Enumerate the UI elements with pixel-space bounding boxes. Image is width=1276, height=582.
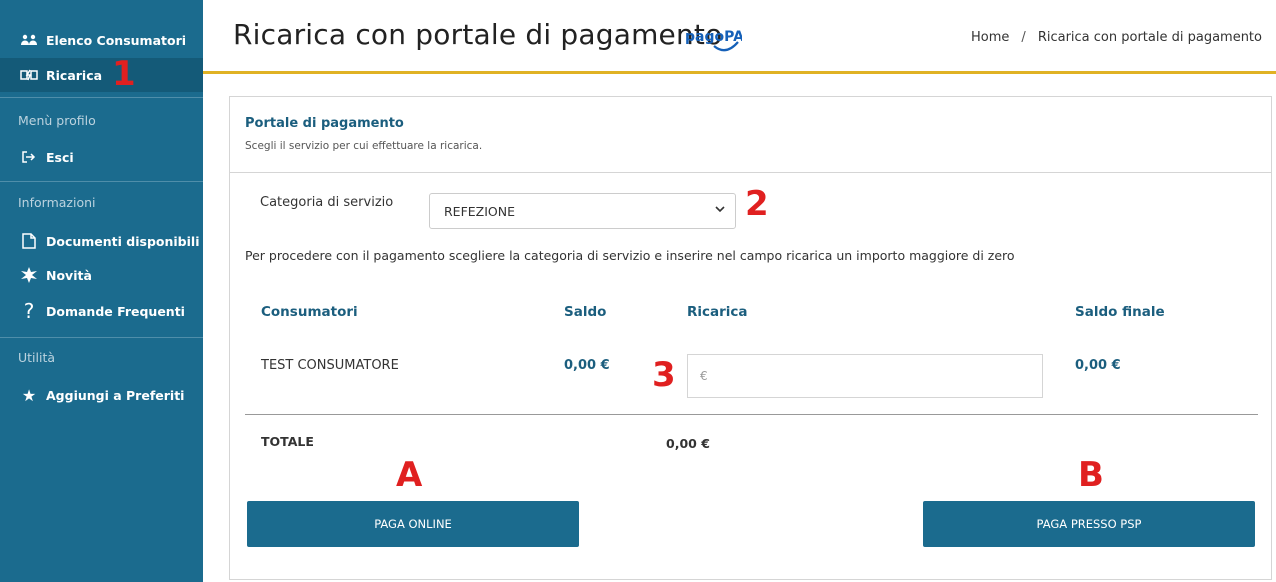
column-header-saldo-finale: Saldo finale xyxy=(1075,304,1165,320)
column-header-ricarica: Ricarica xyxy=(687,304,748,320)
sidebar-item-esci[interactable]: Esci xyxy=(0,145,203,169)
sidebar-item-label: Documenti disponibili xyxy=(46,233,200,249)
marker-a: A xyxy=(396,455,423,495)
sidebar-item-faq[interactable]: ? Domande Frequenti xyxy=(0,298,203,324)
page-title: Ricarica con portale di pagamento xyxy=(233,18,723,51)
marker-b: B xyxy=(1078,455,1104,495)
consumer-balance: 0,00 € xyxy=(564,358,610,373)
breadcrumb: Home / Ricarica con portale di pagamento xyxy=(971,30,1262,45)
panel-subtitle: Scegli il servizio per cui effettuare la… xyxy=(245,140,483,152)
sidebar-item-label: Novità xyxy=(46,267,92,283)
table-divider xyxy=(245,414,1258,415)
marker-2: 2 xyxy=(745,184,769,224)
payment-panel: Portale di pagamento Scegli il servizio … xyxy=(229,96,1272,580)
breadcrumb-separator: / xyxy=(1021,30,1026,45)
panel-header: Portale di pagamento Scegli il servizio … xyxy=(230,97,1271,173)
pagopa-logo: pagoPA xyxy=(684,22,744,58)
sidebar-section-profilo: Menù profilo xyxy=(18,113,96,128)
sidebar-item-label: Elenco Consumatori xyxy=(46,32,187,48)
column-header-consumatori: Consumatori xyxy=(261,304,358,320)
people-icon xyxy=(18,34,40,46)
pay-psp-button[interactable]: PAGA PRESSO PSP xyxy=(923,501,1255,547)
category-select-value: REFEZIONE xyxy=(444,203,516,219)
breadcrumb-home[interactable]: Home xyxy=(971,30,1009,45)
sidebar-item-label: Aggiungi a Preferiti xyxy=(46,387,185,403)
instructions-text: Per procedere con il pagamento scegliere… xyxy=(245,248,1015,263)
sidebar-item-label: Domande Frequenti xyxy=(46,303,185,319)
chevron-down-icon xyxy=(715,203,725,217)
sidebar-item-label: Ricarica xyxy=(46,67,103,83)
breadcrumb-current: Ricarica con portale di pagamento xyxy=(1037,30,1262,45)
logout-icon xyxy=(18,151,40,163)
recharge-amount-input[interactable]: € xyxy=(687,354,1043,398)
recharge-icon xyxy=(18,69,40,81)
header-accent-line xyxy=(203,71,1276,74)
sidebar-divider xyxy=(0,181,203,182)
category-select[interactable]: REFEZIONE xyxy=(429,193,736,229)
category-label: Categoria di servizio xyxy=(260,195,394,210)
sidebar-divider xyxy=(0,97,203,98)
sidebar-item-novita[interactable]: Novità xyxy=(0,263,203,287)
question-icon: ? xyxy=(23,299,35,323)
sidebar-divider xyxy=(0,337,203,338)
sidebar-section-utilita: Utilità xyxy=(18,350,56,365)
pagopa-logo-text: pagoPA xyxy=(685,29,742,45)
star-icon: ★ xyxy=(21,385,37,405)
panel-title: Portale di pagamento xyxy=(245,116,404,131)
sidebar-item-ricarica[interactable]: Ricarica xyxy=(0,58,203,92)
sidebar-section-informazioni: Informazioni xyxy=(18,195,96,210)
total-label: TOTALE xyxy=(261,434,314,449)
document-icon xyxy=(18,233,40,249)
pay-online-button[interactable]: PAGA ONLINE xyxy=(247,501,579,547)
news-icon xyxy=(18,267,40,283)
sidebar: Elenco Consumatori Ricarica Menù profilo… xyxy=(0,0,203,582)
total-value: 0,00 € xyxy=(666,436,710,451)
sidebar-item-documenti[interactable]: Documenti disponibili xyxy=(0,229,203,253)
marker-1: 1 xyxy=(112,54,136,94)
final-balance: 0,00 € xyxy=(1075,358,1121,373)
sidebar-item-label: Esci xyxy=(46,149,74,165)
marker-3: 3 xyxy=(652,355,676,395)
consumer-name: TEST CONSUMATORE xyxy=(261,358,399,373)
column-header-saldo: Saldo xyxy=(564,304,607,320)
sidebar-item-elenco-consumatori[interactable]: Elenco Consumatori xyxy=(0,28,203,52)
sidebar-item-preferiti[interactable]: ★ Aggiungi a Preferiti xyxy=(0,383,203,407)
